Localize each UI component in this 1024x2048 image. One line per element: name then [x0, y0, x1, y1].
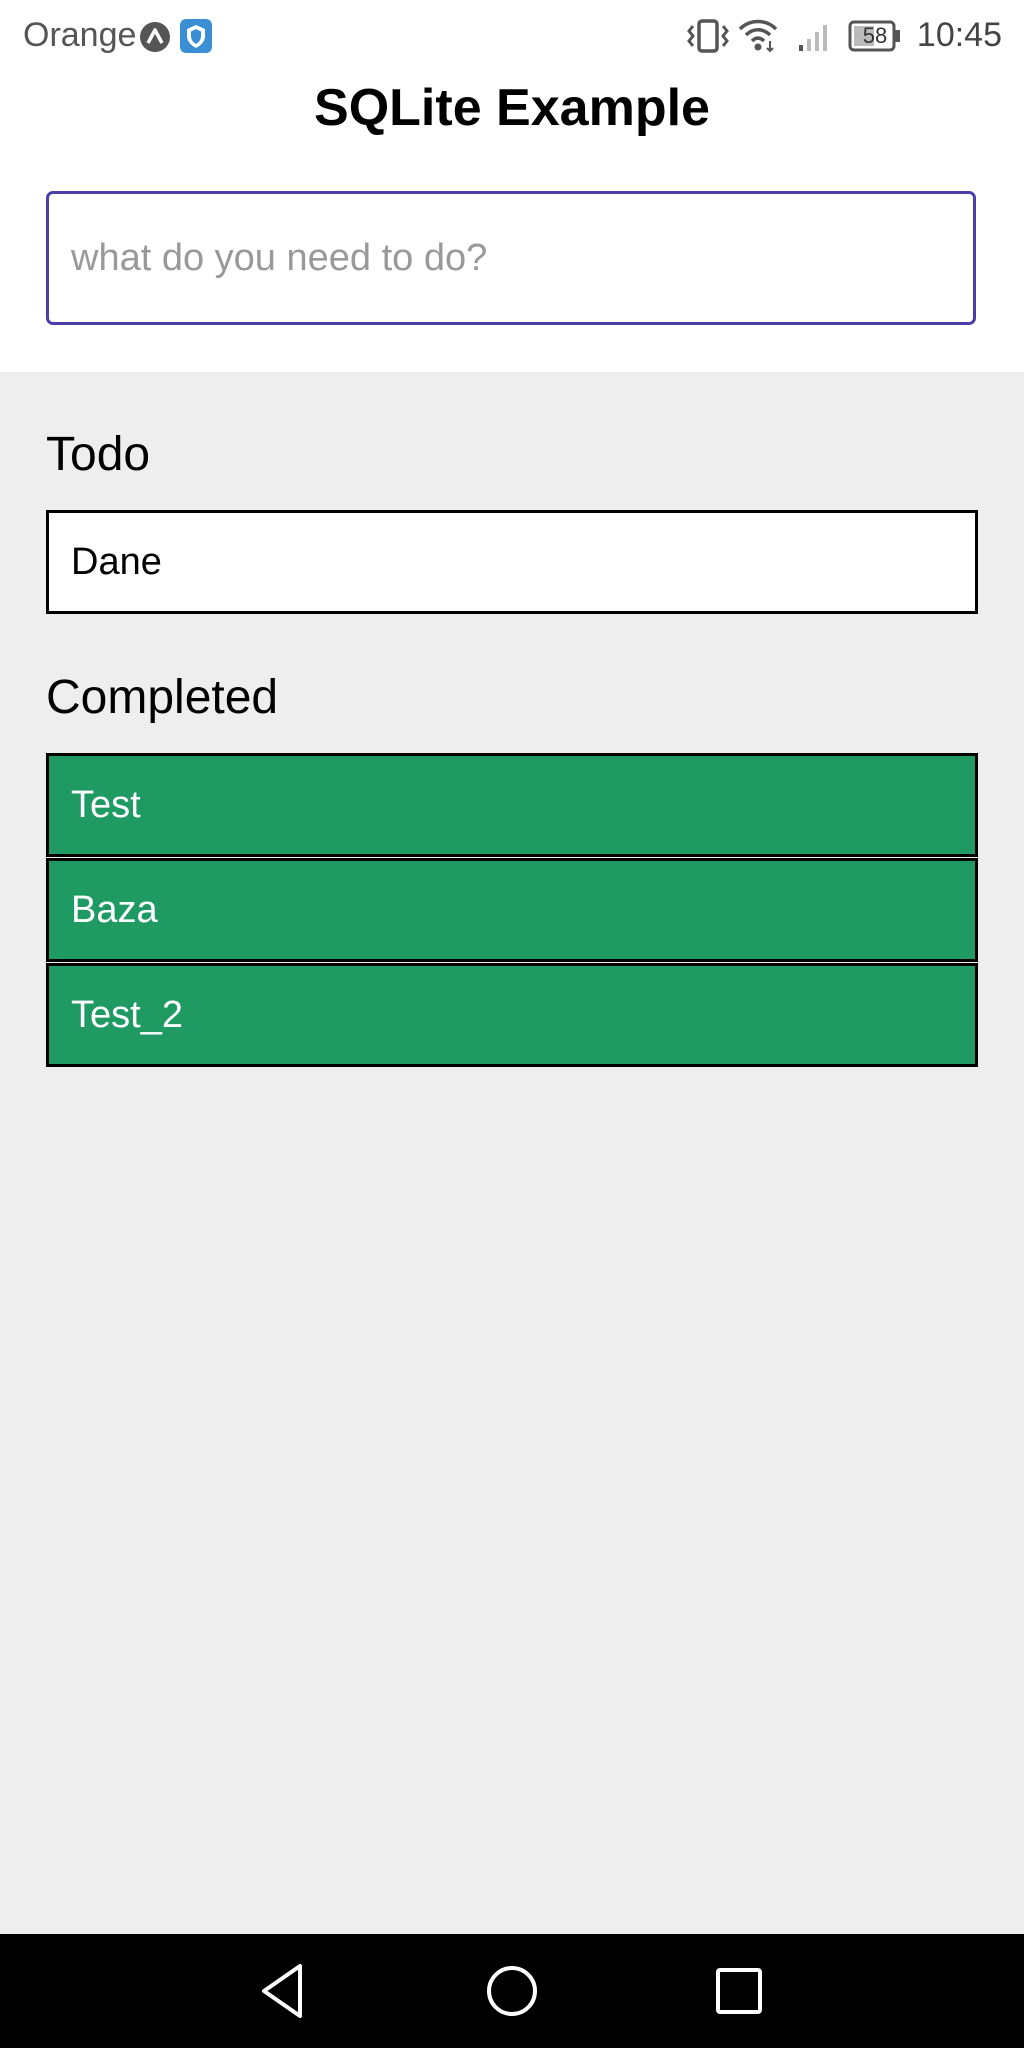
page-title: SQLite Example: [314, 79, 710, 137]
shield-icon: [180, 19, 212, 58]
todo-heading: Todo: [46, 428, 151, 481]
wifi-icon: [737, 17, 779, 58]
carrier-name: Orange: [23, 16, 137, 54]
signal-icon: [797, 17, 833, 58]
completed-item-label: Test: [71, 784, 141, 826]
completed-item[interactable]: Test: [46, 753, 978, 857]
navigation-bar: [0, 1934, 1024, 2048]
todo-item[interactable]: Dane: [46, 510, 978, 614]
todo-item-label: Dane: [71, 541, 162, 583]
back-icon[interactable]: [252, 1958, 318, 2024]
completed-item-label: Baza: [71, 889, 158, 931]
completed-item[interactable]: Baza: [46, 858, 978, 962]
app-header-area: Orange 58 10:45 SQLite Example what do y…: [0, 0, 1024, 372]
new-todo-input[interactable]: [46, 191, 976, 325]
battery-level: 58: [862, 23, 888, 48]
vibrate-icon: [687, 18, 729, 59]
completed-item[interactable]: Test_2: [46, 963, 978, 1067]
home-icon[interactable]: [479, 1958, 545, 2024]
status-bar: Orange 58 10:45: [0, 0, 1024, 70]
clock: 10:45: [916, 16, 1002, 54]
completed-heading: Completed: [46, 671, 279, 724]
completed-item-label: Test_2: [71, 994, 183, 1036]
app-badge-icon: [139, 21, 171, 58]
recents-icon[interactable]: [706, 1958, 772, 2024]
